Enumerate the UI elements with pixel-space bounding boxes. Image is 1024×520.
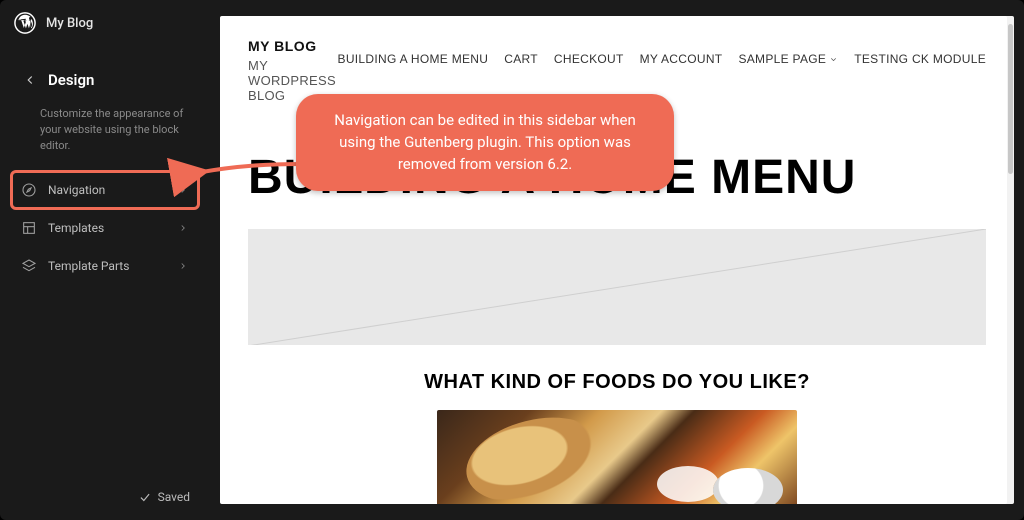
menu-item[interactable]: CHECKOUT [554, 52, 624, 66]
chevron-down-icon [829, 55, 838, 64]
chevron-right-icon [178, 184, 190, 196]
chevron-right-icon [178, 222, 190, 234]
site-name[interactable]: My Blog [46, 16, 93, 31]
sidebar-item-label: Templates [48, 221, 104, 235]
preview-site-title[interactable]: MY BLOG [248, 38, 338, 54]
menu-item[interactable]: BUILDING A HOME MENU [338, 52, 489, 66]
layout-icon [20, 219, 38, 237]
image-placeholder[interactable] [248, 229, 986, 345]
menu-item[interactable]: SAMPLE PAGE [738, 52, 838, 66]
chevron-left-icon [23, 73, 37, 87]
panel-description: Customize the appearance of your website… [0, 102, 210, 172]
menu-item-label: MY ACCOUNT [640, 52, 723, 66]
scrollbar-thumb[interactable] [1008, 24, 1013, 174]
app-root: My Blog Design Customize the appearance … [0, 0, 1024, 520]
sidebar-item-navigation[interactable]: Navigation [12, 172, 198, 208]
preview-primary-menu: BUILDING A HOME MENU CART CHECKOUT MY AC… [338, 38, 986, 66]
menu-item-label: CHECKOUT [554, 52, 624, 66]
panel-header: Design [0, 46, 210, 102]
back-button[interactable] [18, 68, 42, 92]
sidebar-item-template-parts[interactable]: Template Parts [12, 248, 198, 284]
menu-item-label: CART [504, 52, 538, 66]
preview-scrollbar[interactable] [1007, 24, 1014, 496]
compass-icon [20, 181, 38, 199]
annotation-arrow-icon [196, 158, 306, 178]
save-status-label: Saved [158, 490, 190, 504]
check-icon [138, 490, 152, 504]
sidebar-item-label: Template Parts [48, 259, 129, 273]
menu-item-label: SAMPLE PAGE [738, 52, 826, 66]
section-heading: WHAT KIND OF FOODS DO YOU LIKE? [248, 371, 986, 394]
menu-item[interactable]: CART [504, 52, 538, 66]
panel-title: Design [48, 71, 94, 89]
menu-item[interactable]: MY ACCOUNT [640, 52, 723, 66]
site-preview[interactable]: MY BLOG MY WORDPRESS BLOG BUILDING A HOM… [220, 16, 1014, 504]
template-parts-icon [20, 257, 38, 275]
menu-item-label: BUILDING A HOME MENU [338, 52, 489, 66]
sidebar-item-templates[interactable]: Templates [12, 210, 198, 246]
wordpress-logo-icon[interactable] [14, 12, 36, 34]
annotation-callout: Navigation can be edited in this sidebar… [296, 94, 674, 191]
design-sidebar: Design Customize the appearance of your … [0, 46, 210, 520]
menu-item[interactable]: TESTING CK MODULE [854, 52, 986, 66]
save-status: Saved [0, 474, 210, 520]
callout-text: Navigation can be edited in this sidebar… [334, 111, 635, 173]
food-image [437, 410, 797, 504]
chevron-right-icon [178, 260, 190, 272]
sidebar-item-label: Navigation [48, 183, 105, 197]
menu-item-label: TESTING CK MODULE [854, 52, 986, 66]
sidebar-nav-list: Navigation Templates Template Parts [0, 172, 210, 284]
